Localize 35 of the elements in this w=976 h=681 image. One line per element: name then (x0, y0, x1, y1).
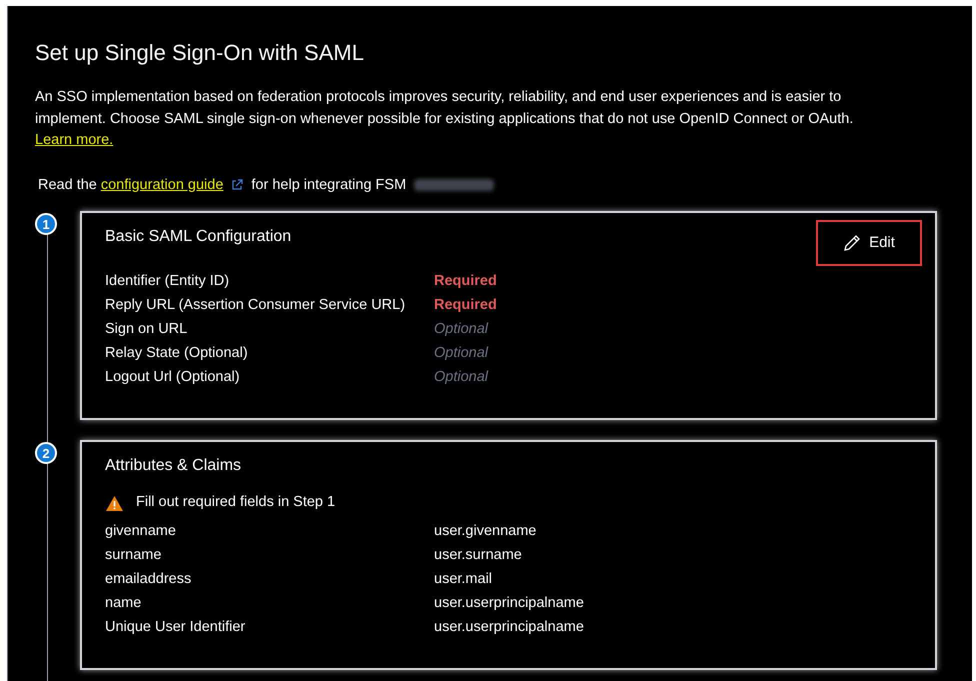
field-value: user.givenname (434, 522, 536, 542)
warning-message: Fill out required fields in Step 1 (136, 493, 336, 512)
field-value: Optional (434, 344, 488, 364)
field-label: surname (105, 546, 162, 566)
card-title: Attributes & Claims (105, 456, 242, 476)
learn-more-link[interactable]: Learn more. (35, 132, 114, 148)
page-title: Set up Single Sign-On with SAML (35, 39, 365, 67)
intro-paragraph: An SSO implementation based on federation protocols improves security, reliability, and end user experiences and is easier to implement. Choose SAML single sign-on whenever possible for existing applications that do not use OpenID Connect or OAuth. Learn more. (35, 88, 854, 150)
field-label: emailaddress (105, 570, 192, 590)
field-value: Required (434, 296, 497, 316)
step-number: 2 (35, 442, 57, 464)
step-number: 1 (35, 213, 57, 236)
configuration-guide-link[interactable]: configuration guide (100, 174, 224, 196)
field-label: Unique User Identifier (105, 618, 246, 638)
guide-text: for help integrating FSM (251, 176, 406, 194)
edit-button[interactable]: Edit (816, 220, 922, 266)
field-label: Reply URL (Assertion Consumer Service URL) (105, 296, 406, 316)
field-label: Identifier (Entity ID) (105, 272, 230, 292)
field-value: user.mail (434, 570, 492, 590)
field-value: user.surname (434, 546, 522, 566)
field-value: Optional (434, 320, 488, 340)
field-label: givenname (105, 522, 177, 542)
field-label: Sign on URL (105, 320, 188, 340)
field-value: Optional (434, 368, 488, 388)
field-label: Logout Url (Optional) (105, 368, 241, 388)
guide-text: Read the (38, 176, 97, 194)
field-value: Required (434, 272, 497, 292)
warning-icon (105, 494, 124, 512)
field-label: name (105, 594, 142, 614)
field-value: user.userprincipalname (434, 618, 584, 638)
external-link-icon (231, 179, 244, 192)
field-label: Relay State (Optional) (105, 344, 249, 364)
field-value: user.userprincipalname (434, 594, 584, 614)
card-title: Basic SAML Configuration (105, 227, 292, 248)
pencil-icon (843, 234, 862, 252)
